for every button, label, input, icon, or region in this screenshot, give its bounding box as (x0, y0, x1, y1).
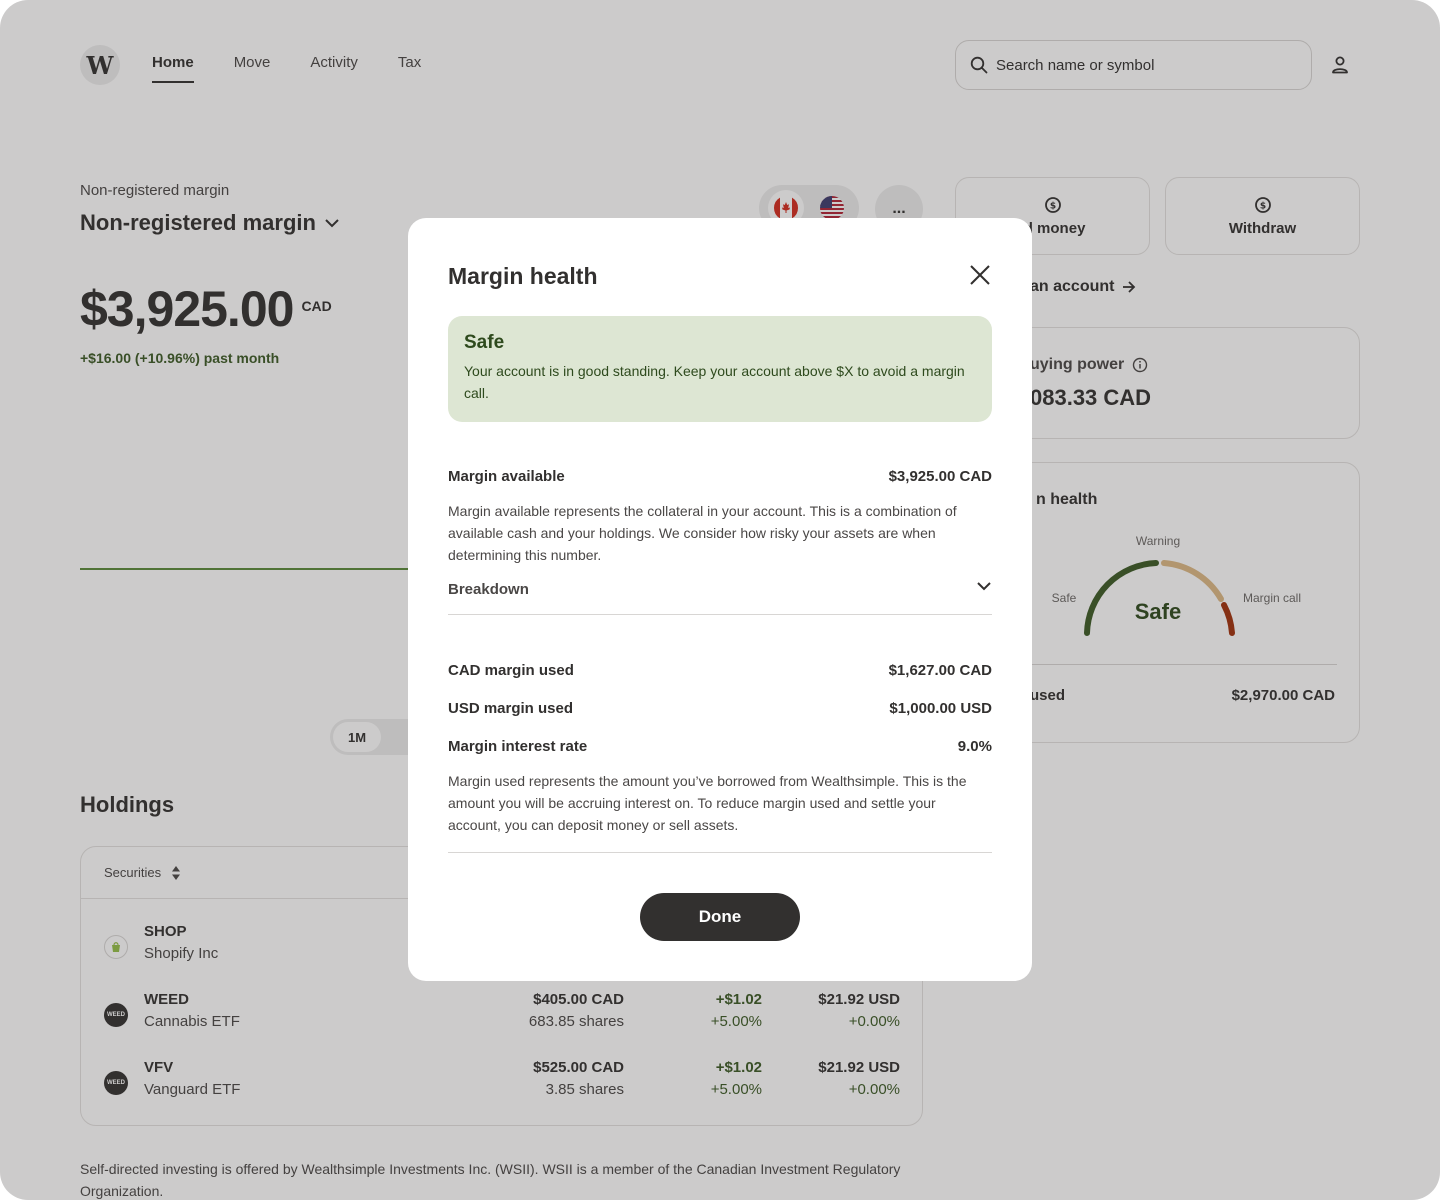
margin-available-description: Margin available represents the collater… (448, 503, 957, 563)
margin-available-row: Margin available $3,925.00 CAD (448, 468, 992, 485)
chevron-down-icon (977, 582, 991, 591)
usd-margin-used-row: USD margin used $1,000.00 USD (448, 700, 992, 717)
margin-available-value: $3,925.00 CAD (888, 468, 992, 485)
divider (448, 852, 992, 853)
cad-margin-used-row: CAD margin used $1,627.00 CAD (448, 662, 992, 679)
usd-margin-used-label: USD margin used (448, 700, 574, 717)
cad-margin-used-value: $1,627.00 CAD (888, 662, 992, 679)
app-page: W Home Move Activity Tax Non-registered … (0, 0, 1440, 1200)
breakdown-label: Breakdown (448, 581, 529, 598)
close-icon[interactable] (968, 263, 992, 287)
margin-health-modal: Margin health Safe Your account is in go… (408, 218, 1032, 981)
margin-available-label: Margin available (448, 468, 565, 485)
margin-interest-rate-label: Margin interest rate (448, 738, 588, 755)
breakdown-toggle[interactable]: Breakdown (448, 581, 992, 615)
status-text: Your account is in good standing. Keep y… (464, 363, 965, 401)
cad-margin-used-label: CAD margin used (448, 662, 574, 679)
status-title: Safe (464, 332, 505, 353)
done-button[interactable]: Done (640, 893, 800, 941)
margin-interest-rate-value: 9.0% (957, 738, 992, 755)
margin-used-description: Margin used represents the amount you’ve… (448, 773, 967, 833)
usd-margin-used-value: $1,000.00 USD (889, 700, 992, 717)
margin-interest-rate-row: Margin interest rate 9.0% (448, 738, 992, 755)
status-banner: Safe Your account is in good standing. K… (448, 316, 992, 422)
modal-title: Margin health (448, 263, 598, 289)
